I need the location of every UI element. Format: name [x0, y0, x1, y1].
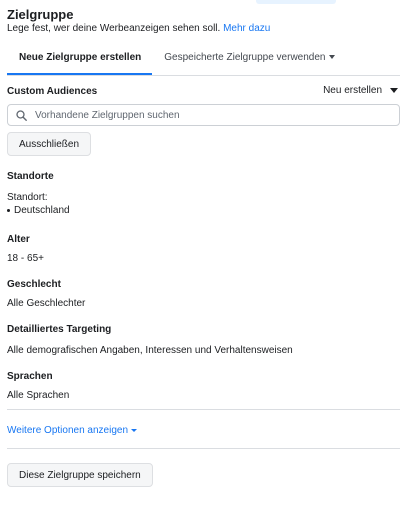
search-icon: [16, 109, 27, 121]
gender-section: Geschlecht Alle Geschlechter: [7, 279, 400, 310]
create-new-label: Neu erstellen: [323, 84, 382, 96]
learn-more-link[interactable]: Mehr dazu: [223, 23, 270, 34]
custom-audiences-label: Custom Audiences: [7, 86, 98, 97]
top-edge-button: [256, 0, 336, 4]
languages-section: Sprachen Alle Sprachen: [7, 371, 400, 402]
tab-new-audience[interactable]: Neue Zielgruppe erstellen: [7, 51, 153, 75]
tab-saved-audience[interactable]: Gespeicherte Zielgruppe verwenden: [152, 51, 345, 75]
gender-label: Geschlecht: [7, 279, 61, 290]
tab-new-audience-label: Neue Zielgruppe erstellen: [19, 52, 142, 63]
gender-value: Alle Geschlechter: [7, 298, 86, 309]
languages-value: Alle Sprachen: [7, 390, 70, 401]
locations-section: Standorte Standort: Deutschland: [7, 171, 400, 217]
subtitle-text: Lege fest, wer deine Werbeanzeigen sehen…: [7, 23, 221, 34]
custom-audiences-section: Custom Audiences Neu erstellen Ausschlie…: [7, 85, 400, 156]
location-sub-label: Standort:: [7, 192, 48, 203]
detailed-targeting-value: Alle demografischen Angaben, Interessen …: [7, 345, 293, 356]
location-list: Deutschland: [7, 204, 400, 217]
location-item: Deutschland: [7, 204, 400, 217]
chevron-down-icon: [131, 429, 138, 432]
divider: [7, 409, 400, 410]
section-title: Zielgruppe: [7, 7, 74, 22]
audience-panel: Zielgruppe Lege fest, wer deine Werbeanz…: [7, 8, 400, 487]
audience-search-field[interactable]: [7, 104, 400, 126]
detailed-targeting-label: Detailliertes Targeting: [7, 324, 112, 335]
caret-down-icon: [390, 87, 398, 93]
exclude-button[interactable]: Ausschließen: [7, 132, 92, 156]
custom-audiences-header: Custom Audiences Neu erstellen: [7, 85, 400, 98]
audience-tabs: Neue Zielgruppe erstellen Gespeicherte Z…: [7, 51, 400, 76]
chevron-down-icon: [329, 55, 336, 59]
age-section: Alter 18 - 65+: [7, 234, 400, 265]
save-audience-button[interactable]: Diese Zielgruppe speichern: [7, 463, 153, 487]
section-subtitle: Lege fest, wer deine Werbeanzeigen sehen…: [7, 23, 400, 35]
create-new-dropdown[interactable]: Neu erstellen: [323, 85, 400, 96]
audience-search-input[interactable]: [35, 109, 365, 121]
more-options-link[interactable]: Weitere Optionen anzeigen: [7, 425, 138, 436]
languages-label: Sprachen: [7, 371, 53, 382]
locations-label: Standorte: [7, 171, 54, 182]
tab-saved-audience-label: Gespeicherte Zielgruppe verwenden: [164, 52, 326, 63]
age-label: Alter: [7, 234, 30, 245]
age-value: 18 - 65+: [7, 253, 44, 264]
detailed-targeting-section: Detailliertes Targeting Alle demografisc…: [7, 324, 400, 357]
divider: [7, 448, 400, 449]
more-options-label: Weitere Optionen anzeigen: [7, 425, 129, 436]
